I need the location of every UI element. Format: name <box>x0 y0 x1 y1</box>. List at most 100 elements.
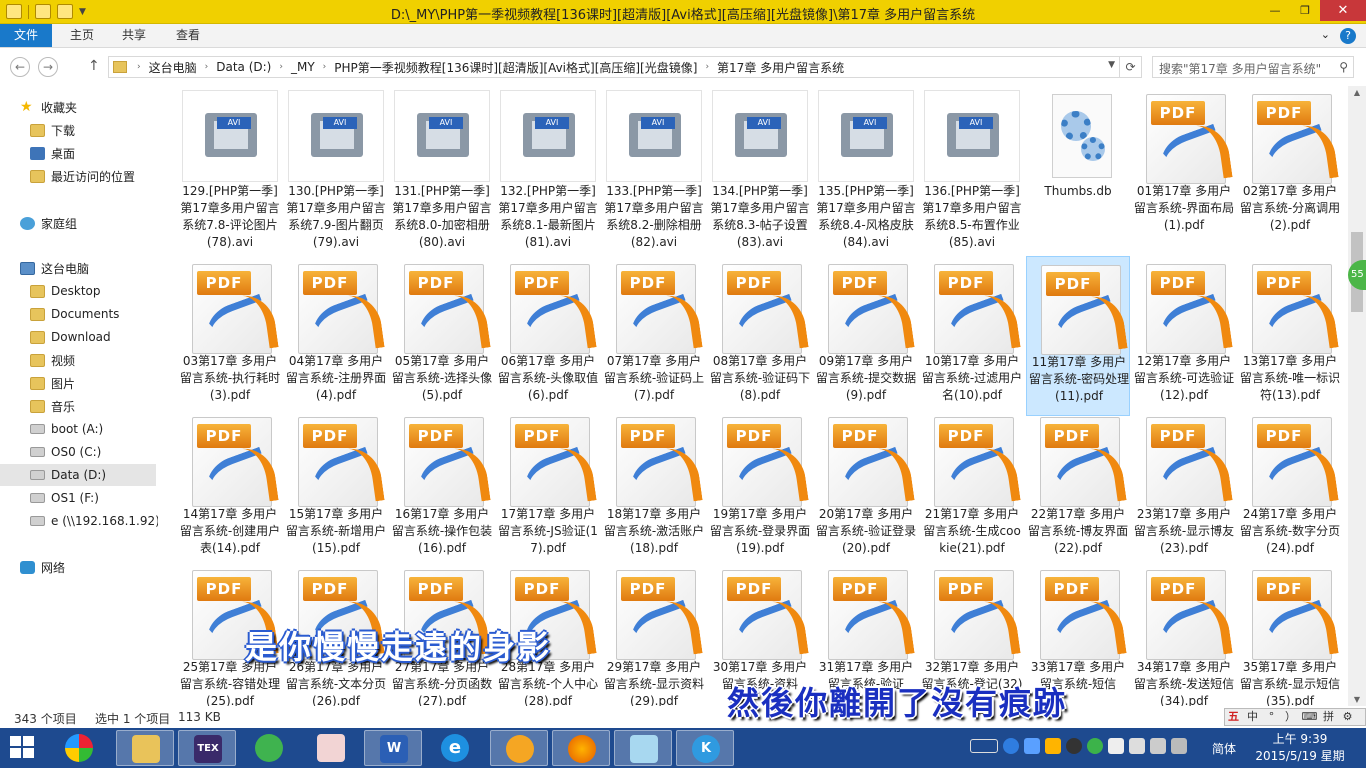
ime-button[interactable]: 拼 <box>1320 709 1337 725</box>
nav-drive-a[interactable]: boot (A:) <box>30 418 103 440</box>
crumb-separator[interactable]: › <box>135 62 143 72</box>
file-item-pdf[interactable]: PDF 01第17章 多用户留言系统-界面布局(1).pdf <box>1132 86 1236 246</box>
taskbar-app-ie[interactable]: e <box>426 730 484 766</box>
tray-lightning-icon[interactable] <box>1045 738 1061 754</box>
minimize-button[interactable]: — <box>1260 0 1290 21</box>
input-language[interactable]: 简体 <box>1212 740 1236 757</box>
nav-recent-places[interactable]: 最近访问的位置 <box>30 165 135 187</box>
file-item-avi[interactable]: AVI 134.[PHP第一季]第17章多用户留言系统8.3-帖子设置(83).a… <box>708 86 812 249</box>
system-clock[interactable]: 上午 9:39 2015/5/19 星期二 <box>1250 731 1350 768</box>
nav-drive-d[interactable]: Data (D:) <box>0 464 156 486</box>
ime-button[interactable]: 五 <box>1225 709 1242 725</box>
taskbar-app-tex[interactable]: TEX <box>178 730 236 766</box>
file-item-pdf[interactable]: PDF 14第17章 多用户留言系统-创建用户表(14).pdf <box>178 409 282 569</box>
tab-view[interactable]: 查看 <box>162 24 214 47</box>
crumb-separator[interactable]: › <box>203 62 211 72</box>
nav-favorites[interactable]: ★ 收藏夹 <box>20 96 77 118</box>
close-button[interactable]: ✕ <box>1320 0 1366 21</box>
tab-home[interactable]: 主页 <box>56 24 108 47</box>
nav-drive-c[interactable]: OS0 (C:) <box>30 441 101 463</box>
file-item-pdf[interactable]: PDF 34第17章 多用户留言系统-发送短信(34).pdf <box>1132 562 1236 706</box>
nav-network[interactable]: 网络 <box>20 556 65 578</box>
tray-grid-icon[interactable] <box>1024 738 1040 754</box>
file-item-pdf[interactable]: PDF 04第17章 多用户留言系统-注册界面(4).pdf <box>284 256 388 416</box>
file-item-pdf[interactable]: PDF 16第17章 多用户留言系统-操作包装(16).pdf <box>390 409 494 569</box>
file-item-pdf[interactable]: PDF 11第17章 多用户留言系统-密码处理(11).pdf <box>1026 256 1130 416</box>
ime-button[interactable]: 中 <box>1244 709 1261 725</box>
file-item-pdf[interactable]: PDF 15第17章 多用户留言系统-新增用户(15).pdf <box>284 409 388 569</box>
tray-k-icon[interactable] <box>1003 738 1019 754</box>
ime-button[interactable]: ⌨ <box>1301 709 1318 725</box>
file-item-pdf[interactable]: PDF 10第17章 多用户留言系统-过滤用户名(10).pdf <box>920 256 1024 416</box>
crumb-separator[interactable]: › <box>703 62 711 72</box>
action-center-icon[interactable] <box>1108 738 1124 754</box>
file-item-pdf[interactable]: PDF 09第17章 多用户留言系统-提交数据(9).pdf <box>814 256 918 416</box>
file-item-avi[interactable]: AVI 132.[PHP第一季]第17章多用户留言系统8.1-最新图片(81).a… <box>496 86 600 249</box>
address-history-dropdown[interactable]: ▼ <box>1108 60 1115 70</box>
refresh-button[interactable]: ⟳ <box>1119 57 1141 77</box>
file-item-pdf[interactable]: PDF 05第17章 多用户留言系统-选择头像(5).pdf <box>390 256 494 416</box>
file-item-pdf[interactable]: PDF 03第17章 多用户留言系统-执行耗时(3).pdf <box>178 256 282 416</box>
help-icon[interactable]: ? <box>1340 28 1356 44</box>
nav-this-pc[interactable]: 这台电脑 <box>20 257 89 279</box>
tray-plus-icon[interactable] <box>1087 738 1103 754</box>
network-status-icon[interactable] <box>1150 738 1166 754</box>
crumb-separator[interactable]: › <box>277 62 285 72</box>
file-item-pdf[interactable]: PDF 29第17章 多用户留言系统-显示资料(29).pdf <box>602 562 706 706</box>
file-item-pdf[interactable]: PDF 23第17章 多用户留言系统-显示博友(23).pdf <box>1132 409 1236 569</box>
breadcrumb-data-d[interactable]: Data (D:) <box>210 60 277 74</box>
taskbar-app-explorer[interactable] <box>116 730 174 766</box>
nav-music[interactable]: 音乐 <box>30 395 75 417</box>
nav-network-drive[interactable]: e (\\192.168.1.92) <box>30 510 160 532</box>
file-item-pdf[interactable]: PDF 02第17章 多用户留言系统-分离调用(2).pdf <box>1238 86 1342 246</box>
taskbar-app-notepad[interactable] <box>614 730 672 766</box>
nav-download[interactable]: Download <box>30 326 111 348</box>
taskbar-app-360[interactable] <box>50 730 108 766</box>
address-bar[interactable]: › 这台电脑 › Data (D:) › _MY › PHP第一季视频教程[13… <box>108 56 1142 78</box>
file-item-pdf[interactable]: PDF 19第17章 多用户留言系统-登录界面(19).pdf <box>708 409 812 569</box>
taskbar-app-k[interactable]: K <box>676 730 734 766</box>
breadcrumb-php-course[interactable]: PHP第一季视频教程[136课时][超清版][Avi格式][高压缩][光盘镜像] <box>328 59 703 76</box>
taskbar-app-firefox[interactable] <box>552 730 610 766</box>
breadcrumb-chapter17[interactable]: 第17章 多用户留言系统 <box>711 59 850 76</box>
scroll-up-arrow-icon[interactable]: ▲ <box>1348 88 1366 97</box>
battery-icon[interactable] <box>1129 738 1145 754</box>
file-item-pdf[interactable]: PDF 21第17章 多用户留言系统-生成cookie(21).pdf <box>920 409 1024 569</box>
volume-icon[interactable] <box>1171 738 1187 754</box>
back-button[interactable]: ← <box>10 57 30 77</box>
nav-homegroup[interactable]: 家庭组 <box>20 212 77 234</box>
file-item-pdf[interactable]: PDF 07第17章 多用户留言系统-验证码上(7).pdf <box>602 256 706 416</box>
file-item-avi[interactable]: AVI 129.[PHP第一季]第17章多用户留言系统7.8-评论图片(78).a… <box>178 86 282 249</box>
nav-desktop[interactable]: 桌面 <box>30 142 75 164</box>
taskbar-app-word[interactable]: W <box>364 730 422 766</box>
up-button[interactable]: ↑ <box>88 58 100 74</box>
file-item-pdf[interactable]: PDF 18第17章 多用户留言系统-激活账户(18).pdf <box>602 409 706 569</box>
search-icon[interactable]: ⚲ <box>1339 60 1348 74</box>
file-item-avi[interactable]: AVI 130.[PHP第一季]第17章多用户留言系统7.9-图片翻页(79).a… <box>284 86 388 249</box>
taskbar-app-browser[interactable] <box>490 730 548 766</box>
file-item-avi[interactable]: AVI 133.[PHP第一季]第17章多用户留言系统8.2-删除相册(82).a… <box>602 86 706 249</box>
scroll-down-arrow-icon[interactable]: ▼ <box>1348 695 1366 704</box>
file-item-pdf[interactable]: PDF 17第17章 多用户留言系统-JS验证(17).pdf <box>496 409 600 569</box>
file-item-pdf[interactable]: PDF 35第17章 多用户留言系统-显示短信(35).pdf <box>1238 562 1342 706</box>
nav-videos[interactable]: 视频 <box>30 349 75 371</box>
crumb-separator[interactable]: › <box>321 62 329 72</box>
nav-pictures[interactable]: 图片 <box>30 372 75 394</box>
search-input[interactable]: 搜索"第17章 多用户留言系统" ⚲ <box>1152 56 1354 78</box>
taskbar-app-download[interactable] <box>240 730 298 766</box>
ime-button[interactable]: ） <box>1282 709 1299 725</box>
nav-downloads[interactable]: 下载 <box>30 119 75 141</box>
file-item-pdf[interactable]: PDF 06第17章 多用户留言系统-头像取值(6).pdf <box>496 256 600 416</box>
tab-share[interactable]: 共享 <box>108 24 160 47</box>
maximize-button[interactable]: ❐ <box>1290 0 1320 21</box>
file-item-pdf[interactable]: PDF 24第17章 多用户留言系统-数字分页(24).pdf <box>1238 409 1342 569</box>
nav-drive-f[interactable]: OS1 (F:) <box>30 487 99 509</box>
file-item-db[interactable]: Thumbs.db <box>1026 86 1130 246</box>
expand-ribbon-icon[interactable]: ⌄ <box>1321 28 1330 44</box>
start-button[interactable] <box>10 736 36 760</box>
breadcrumb-this-pc[interactable]: 这台电脑 <box>143 59 203 76</box>
keyboard-icon[interactable] <box>970 739 998 753</box>
file-item-pdf[interactable]: PDF 20第17章 多用户留言系统-验证登录(20).pdf <box>814 409 918 569</box>
vertical-scrollbar[interactable]: ▲ ▼ <box>1348 86 1366 706</box>
file-item-avi[interactable]: AVI 131.[PHP第一季]第17章多用户留言系统8.0-加密相册(80).a… <box>390 86 494 249</box>
